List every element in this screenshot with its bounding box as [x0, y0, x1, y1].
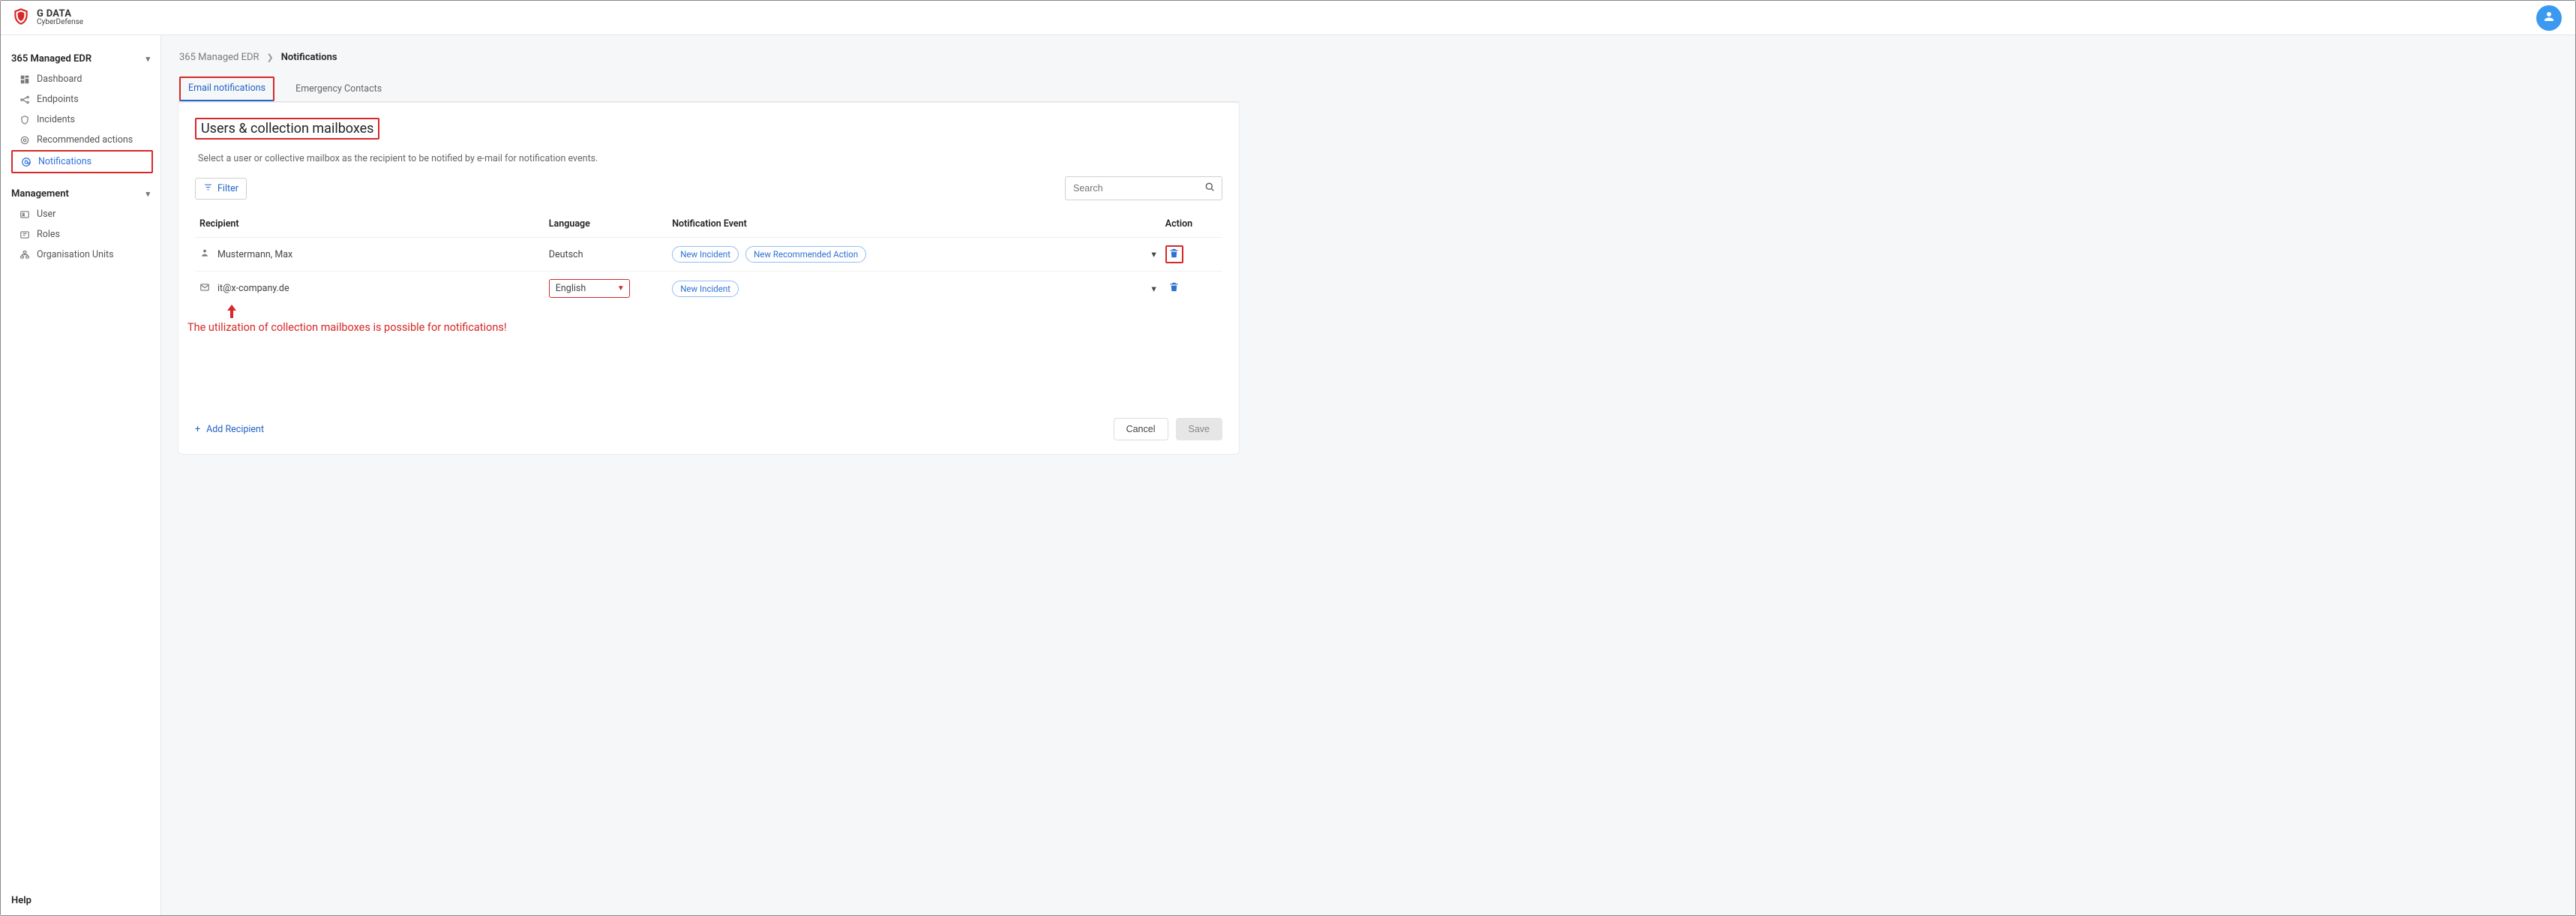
sidebar-item-label: Recommended actions	[37, 134, 133, 146]
dashboard-icon	[19, 74, 31, 85]
sidebar-section-management[interactable]: Management ▾	[1, 184, 160, 204]
sidebar-item-label: Incidents	[37, 114, 75, 125]
endpoints-icon	[19, 95, 31, 105]
filter-label: Filter	[217, 183, 238, 194]
person-icon	[199, 248, 210, 261]
tools-row: Filter	[195, 176, 1222, 200]
th-event: Notification Event	[667, 211, 1120, 238]
sidebar-item-organisation-units[interactable]: Organisation Units	[1, 245, 160, 265]
search-input[interactable]	[1073, 183, 1204, 194]
delete-button[interactable]	[1165, 245, 1183, 263]
sidebar-item-user[interactable]: User	[1, 204, 160, 224]
user-avatar-button[interactable]	[2536, 5, 2562, 31]
sidebar-item-label: Roles	[37, 229, 60, 240]
recipient-name: Mustermann, Max	[217, 249, 292, 260]
brand: G DATA CyberDefense	[11, 7, 83, 29]
th-recipient: Recipient	[195, 211, 544, 238]
table-row: it@x-company.de English ▼ New Inciden	[195, 272, 1222, 306]
sidebar-item-notifications[interactable]: Notifications	[11, 150, 153, 173]
card-title: Users & collection mailboxes	[195, 118, 379, 140]
person-icon	[2542, 10, 2556, 26]
brand-sub: CyberDefense	[37, 19, 83, 26]
chevron-down-icon: ▾	[1152, 249, 1156, 260]
sidebar-item-dashboard[interactable]: Dashboard	[1, 69, 160, 89]
breadcrumb: 365 Managed EDR ❯ Notifications	[178, 44, 1240, 77]
user-card-icon	[19, 209, 31, 220]
roles-icon	[19, 230, 31, 240]
save-button: Save	[1176, 418, 1223, 440]
recipient-language: Deutsch	[544, 238, 667, 272]
sidebar-item-label: Dashboard	[37, 74, 82, 85]
sidebar-section-management-label: Management	[11, 188, 69, 200]
recipients-table: Recipient Language Notification Event Ac…	[195, 211, 1222, 305]
annotation-text: The utilization of collection mailboxes …	[187, 321, 507, 334]
chip-new-incident[interactable]: New Incident	[672, 246, 739, 263]
target-icon	[19, 135, 31, 146]
annotation-callout: The utilization of collection mailboxes …	[187, 320, 507, 335]
sidebar-item-roles[interactable]: Roles	[1, 224, 160, 245]
main: 365 Managed EDR ❯ Notifications Email no…	[161, 35, 2575, 915]
chip-new-recommended-action[interactable]: New Recommended Action	[745, 246, 866, 263]
org-icon	[19, 250, 31, 260]
chevron-down-icon: ▾	[145, 54, 150, 64]
tab-label: Emergency Contacts	[295, 83, 382, 95]
recipient-name: it@x-company.de	[217, 283, 289, 294]
brand-shield-icon	[11, 7, 31, 29]
sidebar-item-label: Endpoints	[37, 94, 79, 105]
trash-icon	[1168, 281, 1180, 296]
sidebar-item-label: Notifications	[38, 156, 91, 167]
th-action: Action	[1161, 211, 1222, 238]
filter-icon	[203, 182, 213, 195]
sidebar-item-endpoints[interactable]: Endpoints	[1, 89, 160, 110]
chevron-right-icon: ❯	[267, 53, 274, 62]
sidebar-item-recommended-actions[interactable]: Recommended actions	[1, 130, 160, 150]
sidebar-help[interactable]: Help	[1, 890, 160, 915]
cancel-label: Cancel	[1126, 424, 1156, 434]
tab-emergency-contacts[interactable]: Emergency Contacts	[294, 77, 383, 102]
arrow-up-icon	[225, 304, 238, 323]
search-input-wrap[interactable]	[1065, 176, 1222, 200]
table-header-row: Recipient Language Notification Event Ac…	[195, 211, 1222, 238]
chevron-down-icon: ▾	[145, 189, 150, 199]
card-footer: + Add Recipient Cancel Save	[195, 418, 1222, 440]
mail-icon	[199, 282, 210, 296]
breadcrumb-root[interactable]: 365 Managed EDR	[179, 52, 259, 63]
card-subtitle: Select a user or collective mailbox as t…	[198, 153, 1222, 164]
search-icon	[1204, 181, 1216, 196]
language-value: English	[556, 283, 586, 294]
table-row: Mustermann, Max Deutsch New Incident New…	[195, 238, 1222, 272]
language-select[interactable]: English ▼	[549, 279, 630, 298]
sidebar: 365 Managed EDR ▾ Dashboard Endpoints I	[1, 35, 161, 915]
chip-new-incident[interactable]: New Incident	[672, 281, 739, 297]
tab-email-notifications[interactable]: Email notifications	[179, 77, 274, 101]
sidebar-section-edr[interactable]: 365 Managed EDR ▾	[1, 49, 160, 69]
delete-button[interactable]	[1165, 280, 1183, 298]
topbar: G DATA CyberDefense	[1, 1, 2575, 35]
caret-down-icon: ▼	[617, 284, 625, 293]
sidebar-item-incidents[interactable]: Incidents	[1, 110, 160, 130]
row-expand[interactable]: ▾	[1120, 238, 1161, 272]
add-recipient-label: Add Recipient	[206, 424, 264, 435]
chevron-down-icon: ▾	[1152, 284, 1156, 295]
brand-text: G DATA CyberDefense	[37, 9, 83, 26]
sidebar-item-label: Organisation Units	[37, 249, 114, 260]
sidebar-section-edr-label: 365 Managed EDR	[11, 53, 91, 65]
filter-button[interactable]: Filter	[195, 178, 247, 200]
shield-icon	[19, 115, 31, 125]
at-icon	[20, 157, 32, 167]
breadcrumb-current: Notifications	[281, 52, 337, 63]
add-recipient-link[interactable]: + Add Recipient	[195, 424, 264, 435]
card-users-mailboxes: Users & collection mailboxes Select a us…	[178, 102, 1240, 455]
plus-icon: +	[195, 424, 200, 435]
row-expand[interactable]: ▾	[1120, 272, 1161, 306]
cancel-button[interactable]: Cancel	[1114, 418, 1168, 440]
tab-label: Email notifications	[188, 83, 265, 94]
tabs: Email notifications Emergency Contacts	[178, 77, 1240, 102]
sidebar-help-label: Help	[11, 895, 31, 906]
layout: 365 Managed EDR ▾ Dashboard Endpoints I	[1, 35, 2575, 915]
sidebar-item-label: User	[37, 209, 55, 220]
th-language: Language	[544, 211, 667, 238]
save-label: Save	[1189, 424, 1210, 434]
trash-icon	[1168, 248, 1180, 262]
